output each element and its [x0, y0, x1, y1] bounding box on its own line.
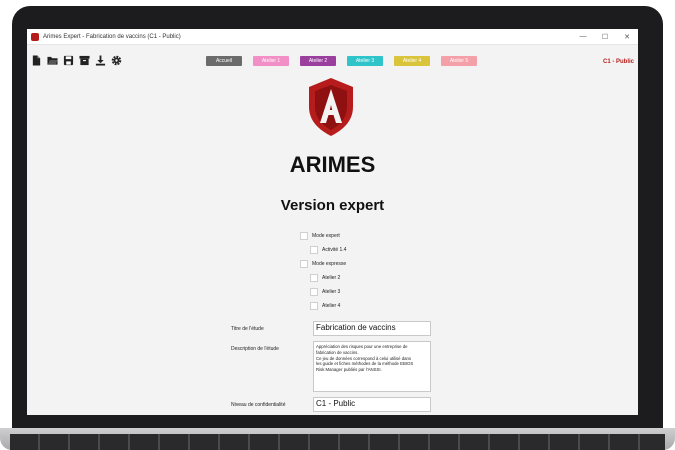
window-title: Arimes Expert - Fabrication de vaccins (…	[43, 33, 181, 40]
study-description-label: Description de l'étude	[231, 346, 279, 352]
mode-expert-checkbox[interactable]: Mode expert	[300, 232, 340, 240]
atelier-4-checkbox[interactable]: Atelier 4	[310, 302, 340, 310]
checkbox-box[interactable]	[310, 246, 318, 254]
checkbox-label: Activité 1.4	[322, 247, 347, 253]
tab-atelier-5[interactable]: Atelier 5	[441, 56, 477, 66]
checkbox-box[interactable]	[310, 288, 318, 296]
checkbox-box[interactable]	[310, 274, 318, 282]
checkbox-label: Mode expert	[312, 233, 340, 239]
confidentiality-label: Niveau de confidentialité	[231, 402, 286, 408]
checkbox-label: Atelier 3	[322, 289, 341, 295]
checkbox-label: Atelier 4	[322, 303, 341, 309]
title-bar: Arimes Expert - Fabrication de vaccins (…	[27, 29, 638, 45]
classification-badge: C1 - Public	[602, 59, 634, 65]
laptop-frame: Arimes Expert - Fabrication de vaccins (…	[0, 0, 675, 450]
version-label: Version expert	[280, 197, 385, 214]
confidentiality-select[interactable]: C1 - Public	[313, 397, 431, 412]
close-button[interactable]: ✕	[616, 33, 638, 41]
study-title-label: Titre de l'étude	[231, 326, 264, 332]
app-logo-icon	[31, 32, 39, 41]
open-folder-icon	[46, 56, 58, 65]
archive-icon	[78, 55, 90, 65]
app-window: Arimes Expert - Fabrication de vaccins (…	[27, 29, 638, 415]
save-icon	[63, 55, 73, 65]
download-icon	[95, 54, 105, 66]
tab-atelier-1[interactable]: Atelier 1	[253, 56, 289, 66]
settings-button[interactable]	[109, 53, 123, 67]
gear-icon	[111, 55, 121, 65]
atelier-3-checkbox[interactable]: Atelier 3	[310, 288, 340, 296]
new-file-button[interactable]	[29, 53, 43, 67]
tab-atelier-3[interactable]: Atelier 3	[347, 56, 383, 66]
checkbox-box[interactable]	[300, 260, 308, 268]
app-name: ARIMES	[289, 152, 376, 177]
open-folder-button[interactable]	[45, 53, 59, 67]
checkbox-label: Mode expresse	[312, 261, 347, 267]
checkbox-box[interactable]	[300, 232, 308, 240]
download-button[interactable]	[93, 53, 107, 67]
checkbox-box[interactable]	[310, 302, 318, 310]
tab-atelier-2[interactable]: Atelier 2	[300, 56, 336, 66]
mode-expresse-checkbox[interactable]: Mode expresse	[300, 260, 346, 268]
toolbar: Accueil Atelier 1 Atelier 2 Atelier 3 At…	[27, 51, 638, 71]
new-file-icon	[32, 54, 40, 66]
tab-accueil[interactable]: Accueil	[206, 56, 242, 66]
minimize-button[interactable]: —	[572, 33, 594, 41]
tab-atelier-4[interactable]: Atelier 4	[394, 56, 430, 66]
workshop-tabs: Accueil Atelier 1 Atelier 2 Atelier 3 At…	[206, 56, 488, 66]
study-title-input[interactable]: Fabrication de vaccins	[313, 321, 431, 336]
study-description-textarea[interactable]: Appréciation des risques pour une entrep…	[313, 341, 431, 392]
activite-checkbox[interactable]: Activité 1.4	[310, 246, 346, 254]
atelier-2-checkbox[interactable]: Atelier 2	[310, 274, 340, 282]
checkbox-label: Atelier 2	[322, 275, 341, 281]
laptop-keyboard	[10, 434, 665, 450]
arimes-shield-icon	[309, 78, 353, 136]
maximize-button[interactable]: ☐	[594, 33, 616, 41]
save-button[interactable]	[61, 53, 75, 67]
archive-button[interactable]	[77, 53, 91, 67]
